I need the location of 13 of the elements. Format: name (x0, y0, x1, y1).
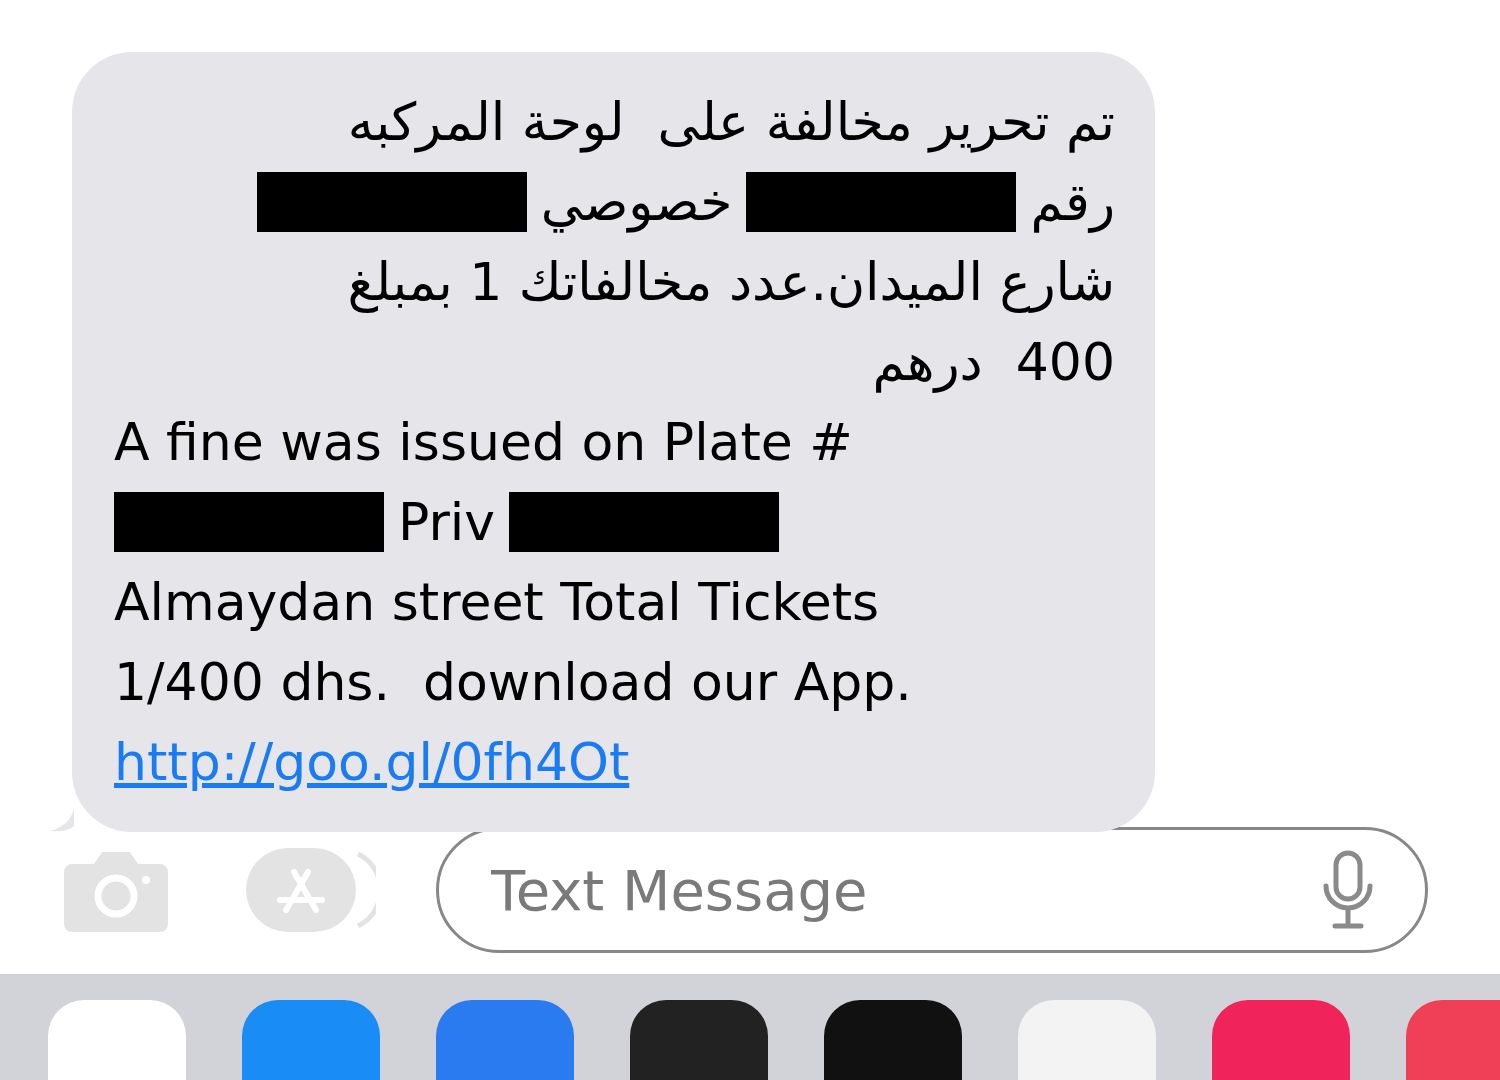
message-input-field[interactable]: Text Message (489, 856, 1321, 924)
message-text: رقم (1030, 172, 1115, 232)
message-text: 1/400 dhs. download our App. (114, 652, 912, 712)
message-field[interactable]: Text Message (436, 827, 1428, 953)
message-text: 400 درهم (872, 332, 1115, 392)
message-text: تم تحرير مخالفة على لوحة المركبه (347, 92, 1115, 152)
message-text: Almaydan street Total Tickets (114, 572, 880, 632)
message-text: خصوصي (540, 172, 733, 232)
message-text: Priv (398, 492, 496, 552)
message-text: A fine was issued on Plate # (114, 412, 853, 472)
message-text: شارع الميدان.عدد مخالفاتك 1 بمبلغ (347, 252, 1115, 312)
microphone-icon[interactable] (1321, 850, 1375, 930)
message-link[interactable]: http://goo.gl/0fh4Ot (114, 732, 630, 792)
